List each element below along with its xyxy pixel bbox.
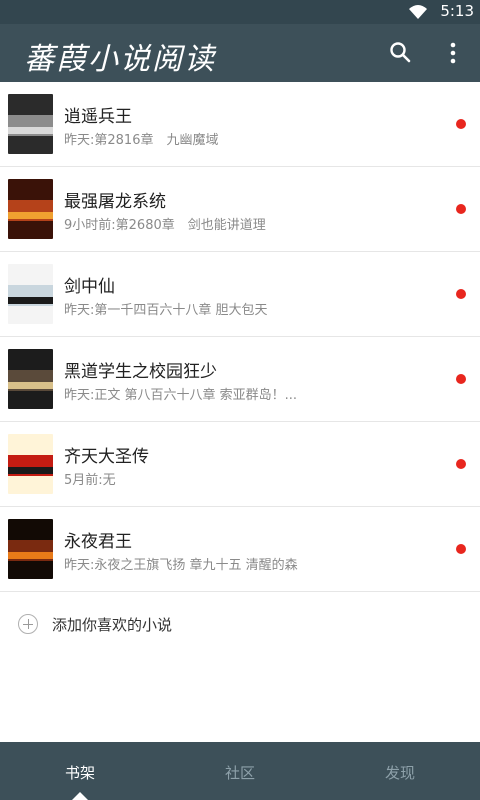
unread-dot xyxy=(456,119,466,129)
book-item[interactable]: 剑中仙 昨天:第一千四百六十八章 胆大包天 xyxy=(0,252,480,337)
book-cover xyxy=(8,349,53,409)
tab-bookshelf[interactable]: 书架 xyxy=(0,742,160,800)
tab-label: 社区 xyxy=(224,764,255,782)
book-title: 最强屠龙系统 xyxy=(64,192,166,212)
book-title: 逍遥兵王 xyxy=(64,107,132,127)
unread-dot xyxy=(456,544,466,554)
app-bar: 蕃葭小说阅读 xyxy=(0,24,480,82)
book-title: 剑中仙 xyxy=(64,277,115,297)
book-latest-chapter: 9小时前:第2680章 剑也能讲道理 xyxy=(64,218,266,233)
book-title: 齐天大圣传 xyxy=(64,447,149,467)
cover-title-strip xyxy=(8,212,53,220)
cover-title-strip xyxy=(8,467,53,475)
book-latest-chapter: 昨天:第2816章 九幽魔域 xyxy=(64,133,219,148)
add-circle-icon xyxy=(18,614,38,634)
add-novel-label: 添加你喜欢的小说 xyxy=(52,616,173,634)
tab-community[interactable]: 社区 xyxy=(160,742,320,800)
book-latest-chapter: 昨天:永夜之王旗飞扬 章九十五 清醒的森 xyxy=(64,558,298,573)
tab-label: 发现 xyxy=(384,764,415,782)
book-cover xyxy=(8,264,53,324)
unread-dot xyxy=(456,289,466,299)
status-bar: 5:13 xyxy=(0,0,480,24)
status-time: 5:13 xyxy=(440,2,474,20)
unread-dot xyxy=(456,204,466,214)
book-item[interactable]: 齐天大圣传 5月前:无 xyxy=(0,422,480,507)
book-latest-chapter: 昨天:正文 第八百六十八章 索亚群岛！... xyxy=(64,388,298,403)
book-title: 永夜君王 xyxy=(64,532,132,552)
unread-dot xyxy=(456,459,466,469)
book-latest-chapter: 昨天:第一千四百六十八章 胆大包天 xyxy=(64,303,268,318)
tab-label: 书架 xyxy=(64,764,95,782)
wifi-icon xyxy=(409,5,427,19)
book-item[interactable]: 黑道学生之校园狂少 昨天:正文 第八百六十八章 索亚群岛！... xyxy=(0,337,480,422)
book-item[interactable]: 逍遥兵王 昨天:第2816章 九幽魔域 xyxy=(0,82,480,167)
book-cover xyxy=(8,519,53,579)
book-cover xyxy=(8,94,53,154)
active-tab-indicator xyxy=(72,792,88,800)
cover-title-strip xyxy=(8,382,53,390)
book-list: 逍遥兵王 昨天:第2816章 九幽魔域 最强屠龙系统 9小时前:第2680章 剑… xyxy=(0,82,480,592)
book-item[interactable]: 最强屠龙系统 9小时前:第2680章 剑也能讲道理 xyxy=(0,167,480,252)
more-vert-icon[interactable] xyxy=(438,36,468,70)
book-cover xyxy=(8,434,53,494)
tab-discover[interactable]: 发现 xyxy=(320,742,480,800)
app-title: 蕃葭小说阅读 xyxy=(24,42,216,77)
cover-title-strip xyxy=(8,552,53,560)
unread-dot xyxy=(456,374,466,384)
book-latest-chapter: 5月前:无 xyxy=(64,473,116,488)
bottom-nav: 书架 社区 发现 xyxy=(0,742,480,800)
add-novel-button[interactable]: 添加你喜欢的小说 xyxy=(0,592,480,656)
book-cover xyxy=(8,179,53,239)
book-item[interactable]: 永夜君王 昨天:永夜之王旗飞扬 章九十五 清醒的森 xyxy=(0,507,480,592)
cover-title-strip xyxy=(8,127,53,135)
book-title: 黑道学生之校园狂少 xyxy=(64,362,217,382)
cover-title-strip xyxy=(8,297,53,305)
search-icon[interactable] xyxy=(384,36,418,70)
